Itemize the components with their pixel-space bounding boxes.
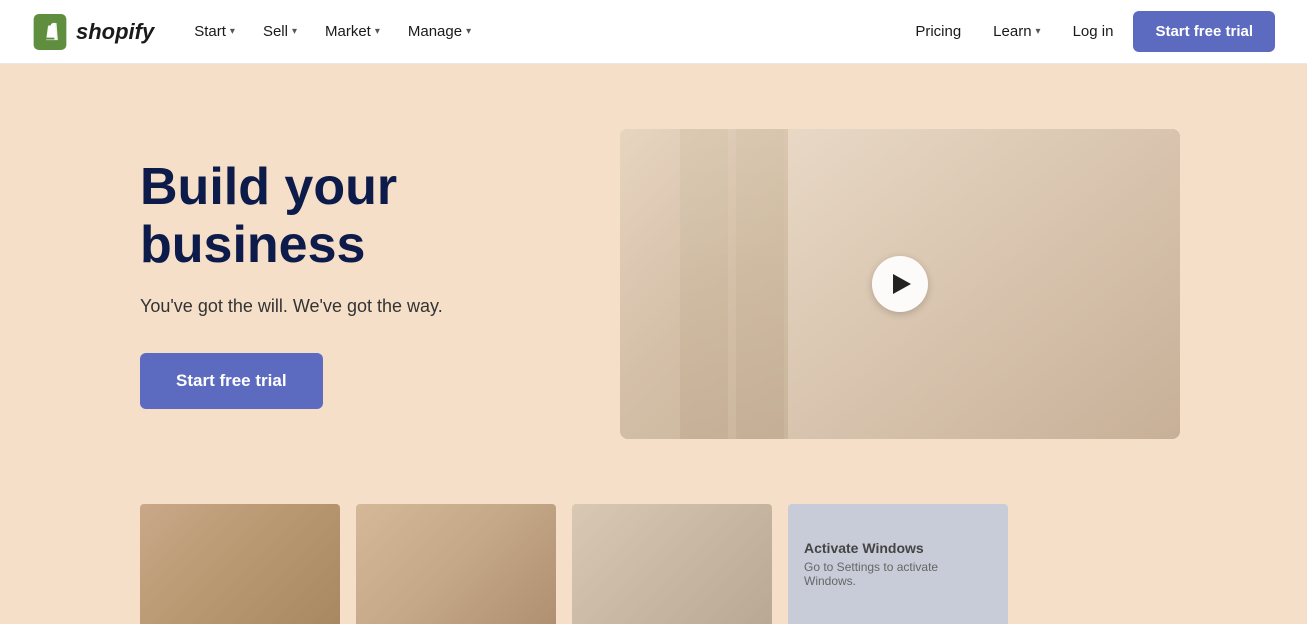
nav-pricing[interactable]: Pricing [903,15,973,48]
thumbnails-row: Activate Windows Go to Settings to activ… [0,504,1307,624]
activate-title: Activate Windows [804,540,992,556]
nav-left: Start ▾ Sell ▾ Market ▾ Manage ▾ [182,15,903,48]
nav-start[interactable]: Start ▾ [182,15,247,48]
play-button[interactable] [872,256,928,312]
thumbnail-3[interactable] [572,504,772,624]
nav-login[interactable]: Log in [1061,15,1126,48]
nav-start-trial-button[interactable]: Start free trial [1133,11,1275,52]
nav-manage[interactable]: Manage ▾ [396,15,483,48]
hero-content: Build your business You've got the will.… [140,159,560,408]
shopify-logo-icon [32,14,68,50]
nav-market[interactable]: Market ▾ [313,15,392,48]
thumbnail-2[interactable] [356,504,556,624]
manage-chevron-icon: ▾ [466,26,471,37]
nav-sell[interactable]: Sell ▾ [251,15,309,48]
start-chevron-icon: ▾ [230,26,235,37]
activate-windows-banner: Activate Windows Go to Settings to activ… [788,504,1008,624]
activate-subtitle: Go to Settings to activate Windows. [804,560,992,588]
hero-video-area [620,129,1247,439]
play-triangle-icon [893,274,911,294]
video-person-area [788,129,1180,439]
hero-title: Build your business [140,159,560,273]
hero-subtitle: You've got the will. We've got the way. [140,296,560,317]
market-chevron-icon: ▾ [375,26,380,37]
brand-name: shopify [76,19,154,45]
sell-chevron-icon: ▾ [292,26,297,37]
thumbnail-1[interactable] [140,504,340,624]
logo-link[interactable]: shopify [32,14,154,50]
hero-start-trial-button[interactable]: Start free trial [140,353,323,409]
video-thumbnail[interactable] [620,129,1180,439]
nav-learn[interactable]: Learn ▾ [981,15,1052,48]
navbar: shopify Start ▾ Sell ▾ Market ▾ Manage ▾… [0,0,1307,64]
hero-section: Build your business You've got the will.… [0,64,1307,504]
nav-right: Pricing Learn ▾ Log in Start free trial [903,11,1275,52]
learn-chevron-icon: ▾ [1036,26,1041,37]
